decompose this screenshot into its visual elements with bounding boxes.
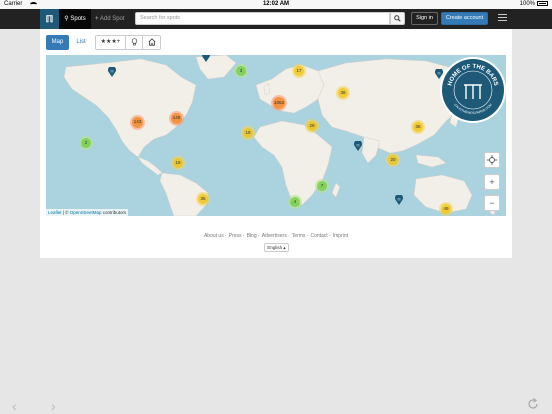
map-pin-icon[interactable] bbox=[202, 55, 210, 62]
content-panel: Map List ★★★+ 3 17 36 1053 148 143 19 29… bbox=[40, 29, 512, 258]
forward-arrow-icon[interactable]: › bbox=[51, 398, 56, 414]
map-marker-icon: ⚲ bbox=[64, 16, 69, 22]
spot-cluster[interactable]: 20 bbox=[386, 153, 400, 167]
cluster-count: 143 bbox=[132, 117, 143, 128]
svg-text:ℿ: ℿ bbox=[398, 197, 401, 201]
cluster-count: 36 bbox=[413, 122, 423, 132]
battery-icon bbox=[537, 0, 548, 6]
sign-in-button[interactable]: Sign in bbox=[411, 12, 438, 25]
hamburger-menu-icon[interactable] bbox=[498, 14, 507, 23]
rating-filter[interactable]: ★★★+ bbox=[96, 36, 126, 49]
attribution-contributors: contributors bbox=[101, 210, 127, 215]
zoom-in-button[interactable]: + bbox=[484, 174, 500, 190]
cluster-count: 35 bbox=[198, 194, 208, 204]
map-attribution: Leaflet | © OpenStreetMap contributors bbox=[46, 209, 129, 216]
lightbulb-filter[interactable] bbox=[126, 36, 143, 49]
map-pin-icon[interactable]: ℿ bbox=[395, 195, 403, 205]
map-pin-icon[interactable]: ℿ bbox=[354, 141, 362, 151]
search-input[interactable]: Search for spots bbox=[135, 12, 390, 25]
footer-link-blog[interactable]: Blog bbox=[247, 233, 257, 239]
cluster-count: 19 bbox=[173, 158, 183, 168]
map-view-button[interactable]: Map bbox=[46, 35, 69, 50]
footer-link-about[interactable]: About us bbox=[204, 233, 224, 239]
list-view-button[interactable]: List bbox=[71, 35, 91, 50]
crosshair-icon bbox=[487, 155, 497, 165]
cluster-count: 3 bbox=[236, 66, 246, 76]
plus-icon: + bbox=[95, 16, 99, 22]
reload-icon[interactable] bbox=[527, 398, 539, 410]
cluster-count: 4 bbox=[290, 197, 300, 207]
cluster-count: 1053 bbox=[273, 97, 285, 109]
back-arrow-icon[interactable]: ‹ bbox=[12, 398, 17, 414]
nav-add-spot-label: Add Spot bbox=[99, 16, 125, 22]
spot-cluster[interactable]: 35 bbox=[196, 192, 210, 206]
map-pin-icon[interactable]: ℿ bbox=[108, 67, 116, 77]
status-bar: Carrier 12:02 AM 100% bbox=[0, 0, 552, 9]
spot-cluster[interactable]: 19 bbox=[171, 156, 185, 170]
cluster-count: 19 bbox=[243, 128, 253, 138]
spot-cluster[interactable]: 4 bbox=[288, 195, 302, 209]
osm-link[interactable]: OpenStreetMap bbox=[70, 210, 102, 215]
spot-cluster[interactable]: 36 bbox=[336, 86, 350, 100]
footer-link-press[interactable]: Press bbox=[229, 233, 242, 239]
footer-links: About us· Press· Blog· Advertisers· Term… bbox=[203, 233, 349, 239]
top-navbar: ℿ ⚲ Spots + Add Spot Search for spots Si… bbox=[0, 9, 552, 29]
nav-spots-label: Spots bbox=[70, 16, 86, 22]
cluster-count: 20 bbox=[388, 155, 398, 165]
locate-button[interactable] bbox=[484, 152, 500, 168]
language-select[interactable]: English ▴ bbox=[264, 243, 289, 252]
attribution-separator: | © bbox=[61, 210, 70, 215]
spot-cluster[interactable]: 49 bbox=[439, 202, 453, 216]
footer-link-contact[interactable]: Contact bbox=[310, 233, 327, 239]
filter-group: ★★★+ bbox=[95, 35, 161, 50]
world-map[interactable]: 3 17 36 1053 148 143 19 29 36 2 19 20 7 … bbox=[46, 55, 506, 216]
spot-cluster[interactable]: 2 bbox=[79, 136, 93, 150]
search-icon bbox=[394, 15, 401, 22]
cluster-count: 29 bbox=[307, 121, 317, 131]
zoom-out-button[interactable]: − bbox=[484, 195, 500, 211]
home-icon bbox=[148, 38, 155, 46]
cluster-count: 2 bbox=[81, 138, 91, 148]
spot-cluster[interactable]: 19 bbox=[241, 126, 255, 140]
battery-percent: 100% bbox=[519, 1, 535, 7]
cluster-count: 17 bbox=[294, 66, 304, 76]
clock: 12:02 AM bbox=[262, 1, 290, 7]
nav-spots[interactable]: ⚲ Spots bbox=[59, 9, 91, 29]
svg-text:ℿ: ℿ bbox=[357, 143, 360, 147]
cluster-count: 7 bbox=[317, 181, 327, 191]
indoor-filter[interactable] bbox=[143, 36, 160, 49]
spot-cluster[interactable]: 143 bbox=[130, 115, 145, 130]
footer-link-advertisers[interactable]: Advertisers bbox=[262, 233, 287, 239]
spot-cluster[interactable]: 29 bbox=[305, 119, 319, 133]
spot-cluster[interactable]: 1053 bbox=[271, 95, 287, 111]
search-button[interactable] bbox=[390, 12, 405, 25]
battery-indicator: 100% bbox=[520, 0, 548, 9]
leaflet-link[interactable]: Leaflet bbox=[48, 210, 62, 215]
lightbulb-icon bbox=[131, 38, 137, 46]
spot-cluster[interactable]: 148 bbox=[169, 111, 184, 126]
logo[interactable]: ℿ bbox=[40, 9, 59, 29]
spot-cluster[interactable]: 7 bbox=[315, 179, 329, 193]
svg-text:ℿ: ℿ bbox=[111, 69, 114, 73]
nav-add-spot[interactable]: + Add Spot bbox=[95, 9, 125, 29]
footer-link-imprint[interactable]: Imprint bbox=[333, 233, 348, 239]
cluster-count: 36 bbox=[338, 88, 348, 98]
footer-link-terms[interactable]: Terms bbox=[292, 233, 306, 239]
cluster-count: 148 bbox=[171, 113, 182, 124]
spot-cluster[interactable]: 17 bbox=[292, 64, 306, 78]
home-of-the-bars-badge: HOME OF THE BARS CALISTHENICS-PARKS.COM bbox=[440, 57, 506, 123]
spot-cluster[interactable]: 36 bbox=[411, 120, 425, 134]
map-land bbox=[63, 55, 497, 216]
create-account-button[interactable]: Create account bbox=[441, 12, 488, 25]
cluster-count: 49 bbox=[441, 204, 451, 214]
spot-cluster[interactable]: 3 bbox=[234, 64, 248, 78]
